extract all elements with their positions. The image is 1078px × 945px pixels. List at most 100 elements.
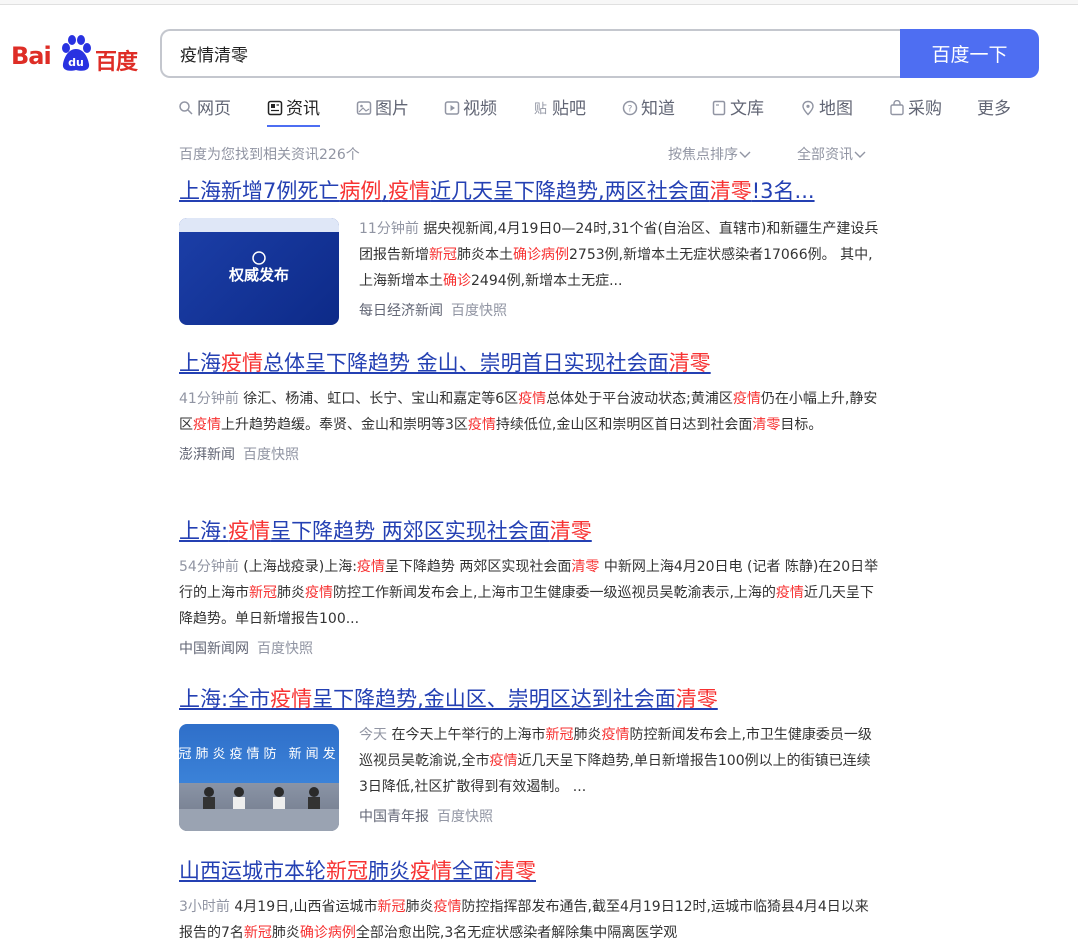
result-item: 山西运城市本轮新冠肺炎疫情全面清零 3小时前 4月19日,山西省运城市新冠肺炎疫… xyxy=(179,856,879,945)
keyword-highlight: 清零 xyxy=(752,417,781,433)
keyword-highlight: 疫情 xyxy=(228,519,271,543)
tab-label: 知道 xyxy=(641,99,675,119)
result-item: 上海:疫情呈下降趋势 两郊区实现社会面清零 54分钟前 (上海战疫录)上海:疫情… xyxy=(179,516,879,658)
keyword-highlight: 疫情 xyxy=(601,727,630,743)
tieba-icon: 贴 xyxy=(534,102,547,116)
result-snippet: 41分钟前 徐汇、杨浦、虹口、长宁、宝山和嘉定等6区疫情总体处于平台波动状态;黄… xyxy=(179,386,879,438)
keyword-highlight: 疫情 xyxy=(775,585,804,601)
tab-label: 图片 xyxy=(375,99,409,119)
snapshot-link[interactable]: 百度快照 xyxy=(243,447,299,463)
tab-images[interactable]: 图片 xyxy=(356,94,409,128)
tab-more[interactable]: 更多 xyxy=(977,94,1011,128)
keyword-highlight: 疫情 xyxy=(732,391,761,407)
text-segment: 全部治愈出院,3名无症状感染者解除集中隔离医学观 xyxy=(355,925,678,941)
search-button[interactable]: 百度一下 xyxy=(900,29,1039,78)
keyword-highlight: 疫情 xyxy=(356,559,385,575)
result-snippet-text: 据央视新闻,4月19日0—24时,31个省(自治区、直辖市)和新疆生产建设兵团报… xyxy=(359,221,878,289)
tab-label: 网页 xyxy=(197,99,231,119)
tab-purchase[interactable]: 采购 xyxy=(889,94,942,128)
keyword-highlight: 疫情 xyxy=(410,859,452,883)
thumbnail-caption: 权威发布 xyxy=(228,266,289,284)
text-segment: 总体呈下降趋势 金山、崇明首日实现社会面 xyxy=(263,351,669,375)
text-segment: 肺炎 xyxy=(405,899,434,915)
text-segment: 肺炎 xyxy=(573,727,602,743)
result-thumbnail[interactable]: 权威发布 xyxy=(179,218,339,325)
keyword-highlight: 疫情 xyxy=(467,417,496,433)
text-segment: (上海战疫录)上海: xyxy=(243,559,357,575)
result-title[interactable]: 上海:全市疫情呈下降趋势,金山区、崇明区达到社会面清零 xyxy=(179,684,879,714)
tab-label: 采购 xyxy=(908,99,942,119)
purchase-icon xyxy=(890,100,904,116)
result-snippet-text: 徐汇、杨浦、虹口、长宁、宝山和嘉定等6区疫情总体处于平台波动状态;黄浦区疫情仍在… xyxy=(179,391,877,433)
keyword-highlight: 疫情 xyxy=(193,417,221,433)
tab-wenku[interactable]: 文库 xyxy=(711,94,764,128)
chevron-down-icon xyxy=(739,151,751,158)
tab-label: 视频 xyxy=(463,99,497,119)
tab-zhidao[interactable]: ? 知道 xyxy=(622,94,675,128)
text-segment: 呈下降趋势,金山区、崇明区达到社会面 xyxy=(312,687,676,711)
text-segment: 上海:全市 xyxy=(179,687,271,711)
video-icon xyxy=(444,101,460,115)
sort-label: 按焦点排序 xyxy=(668,147,738,163)
result-snippet: 3小时前 4月19日,山西省运城市新冠肺炎疫情防控指挥部发布通告,截至4月19日… xyxy=(179,894,879,945)
keyword-highlight: 疫情 xyxy=(305,585,333,601)
snapshot-link[interactable]: 百度快照 xyxy=(437,809,493,825)
tab-video[interactable]: 视频 xyxy=(444,94,497,128)
result-time: 今天 xyxy=(359,727,387,743)
map-pin-icon xyxy=(802,100,814,116)
keyword-highlight: 新冠 xyxy=(243,925,272,941)
text-segment: 上海: xyxy=(179,519,229,543)
tab-map[interactable]: 地图 xyxy=(800,94,853,128)
keyword-highlight: 疫情 xyxy=(518,391,547,407)
result-item: 上海新增7例死亡病例,疫情近几天呈下降趋势,两区社会面清零!3名... 权威发布… xyxy=(179,176,879,336)
search-icon xyxy=(179,101,193,115)
text-segment: 肺炎 xyxy=(277,585,305,601)
browser-top-edge xyxy=(0,0,1078,5)
result-title[interactable]: 上海:疫情呈下降趋势 两郊区实现社会面清零 xyxy=(179,516,879,546)
result-title[interactable]: 上海新增7例死亡病例,疫情近几天呈下降趋势,两区社会面清零!3名... xyxy=(179,176,879,206)
snapshot-link[interactable]: 百度快照 xyxy=(451,303,507,319)
result-source-line: 中国新闻网 百度快照 xyxy=(179,638,879,658)
tab-web[interactable]: 网页 xyxy=(178,94,231,128)
result-time: 11分钟前 xyxy=(359,221,419,237)
filter-dropdown[interactable]: 全部资讯 xyxy=(797,144,867,164)
keyword-highlight: 确诊病例 xyxy=(299,925,356,941)
keyword-highlight: 确诊 xyxy=(443,273,471,289)
result-time: 54分钟前 xyxy=(179,559,239,575)
tab-tieba[interactable]: 贴贴吧 xyxy=(533,94,586,128)
doc-icon xyxy=(712,100,726,116)
text-segment: 持续低位,金山区和崇明区首日达到社会面 xyxy=(495,417,753,433)
sort-dropdown[interactable]: 按焦点排序 xyxy=(668,144,752,164)
text-segment: 山西运城市本轮 xyxy=(179,859,326,883)
result-thumbnail[interactable]: 市新冠肺炎疫情防 新闻发布会 xyxy=(179,724,339,831)
result-source-line: 每日经济新闻 百度快照 xyxy=(359,300,879,320)
result-snippet: 54分钟前 (上海战疫录)上海:疫情呈下降趋势 两郊区实现社会面清零 中新网上海… xyxy=(179,554,879,632)
keyword-highlight: 新冠 xyxy=(545,727,574,743)
keyword-highlight: 新冠 xyxy=(249,585,277,601)
result-title[interactable]: 上海疫情总体呈下降趋势 金山、崇明首日实现社会面清零 xyxy=(179,348,879,378)
tab-label: 更多 xyxy=(977,99,1011,119)
snapshot-link[interactable]: 百度快照 xyxy=(257,641,313,657)
result-time: 3小时前 xyxy=(179,899,230,915)
result-source: 中国新闻网 xyxy=(179,641,249,657)
text-segment: 呈下降趋势 两郊区实现社会面 xyxy=(384,559,572,575)
result-title[interactable]: 山西运城市本轮新冠肺炎疫情全面清零 xyxy=(179,856,879,886)
text-segment: 肺炎 xyxy=(368,859,410,883)
tab-label: 资讯 xyxy=(286,99,320,119)
result-snippet-text: (上海战疫录)上海:疫情呈下降趋势 两郊区实现社会面清零 中新网上海4月20日电… xyxy=(179,559,878,627)
result-snippet: 今天 在今天上午举行的上海市新冠肺炎疫情防控新闻发布会上,市卫生健康委员一级巡视… xyxy=(359,722,879,800)
tab-label: 贴吧 xyxy=(552,99,586,119)
baidu-logo[interactable]: Bai du 百度 xyxy=(11,34,141,75)
text-segment: 近几天呈下降趋势,两区社会面 xyxy=(430,179,710,203)
search-input[interactable] xyxy=(160,29,908,78)
text-segment: 徐汇、杨浦、虹口、长宁、宝山和嘉定等6区 xyxy=(243,391,519,407)
tab-news[interactable]: 资讯 xyxy=(267,94,320,128)
baidu-paw-icon: du xyxy=(62,35,91,71)
chevron-down-icon xyxy=(854,151,866,158)
search-bar: 百度一下 xyxy=(160,29,1039,78)
text-segment: 2494例,新增本土无症... xyxy=(471,273,623,289)
logo-text-bai: Bai xyxy=(11,42,52,70)
svg-text:贴: 贴 xyxy=(534,102,547,116)
result-snippet-text: 4月19日,山西省运城市新冠肺炎疫情防控指挥部发布通告,截至4月19日12时,运… xyxy=(179,899,869,941)
logo-text-du: du xyxy=(68,56,84,69)
